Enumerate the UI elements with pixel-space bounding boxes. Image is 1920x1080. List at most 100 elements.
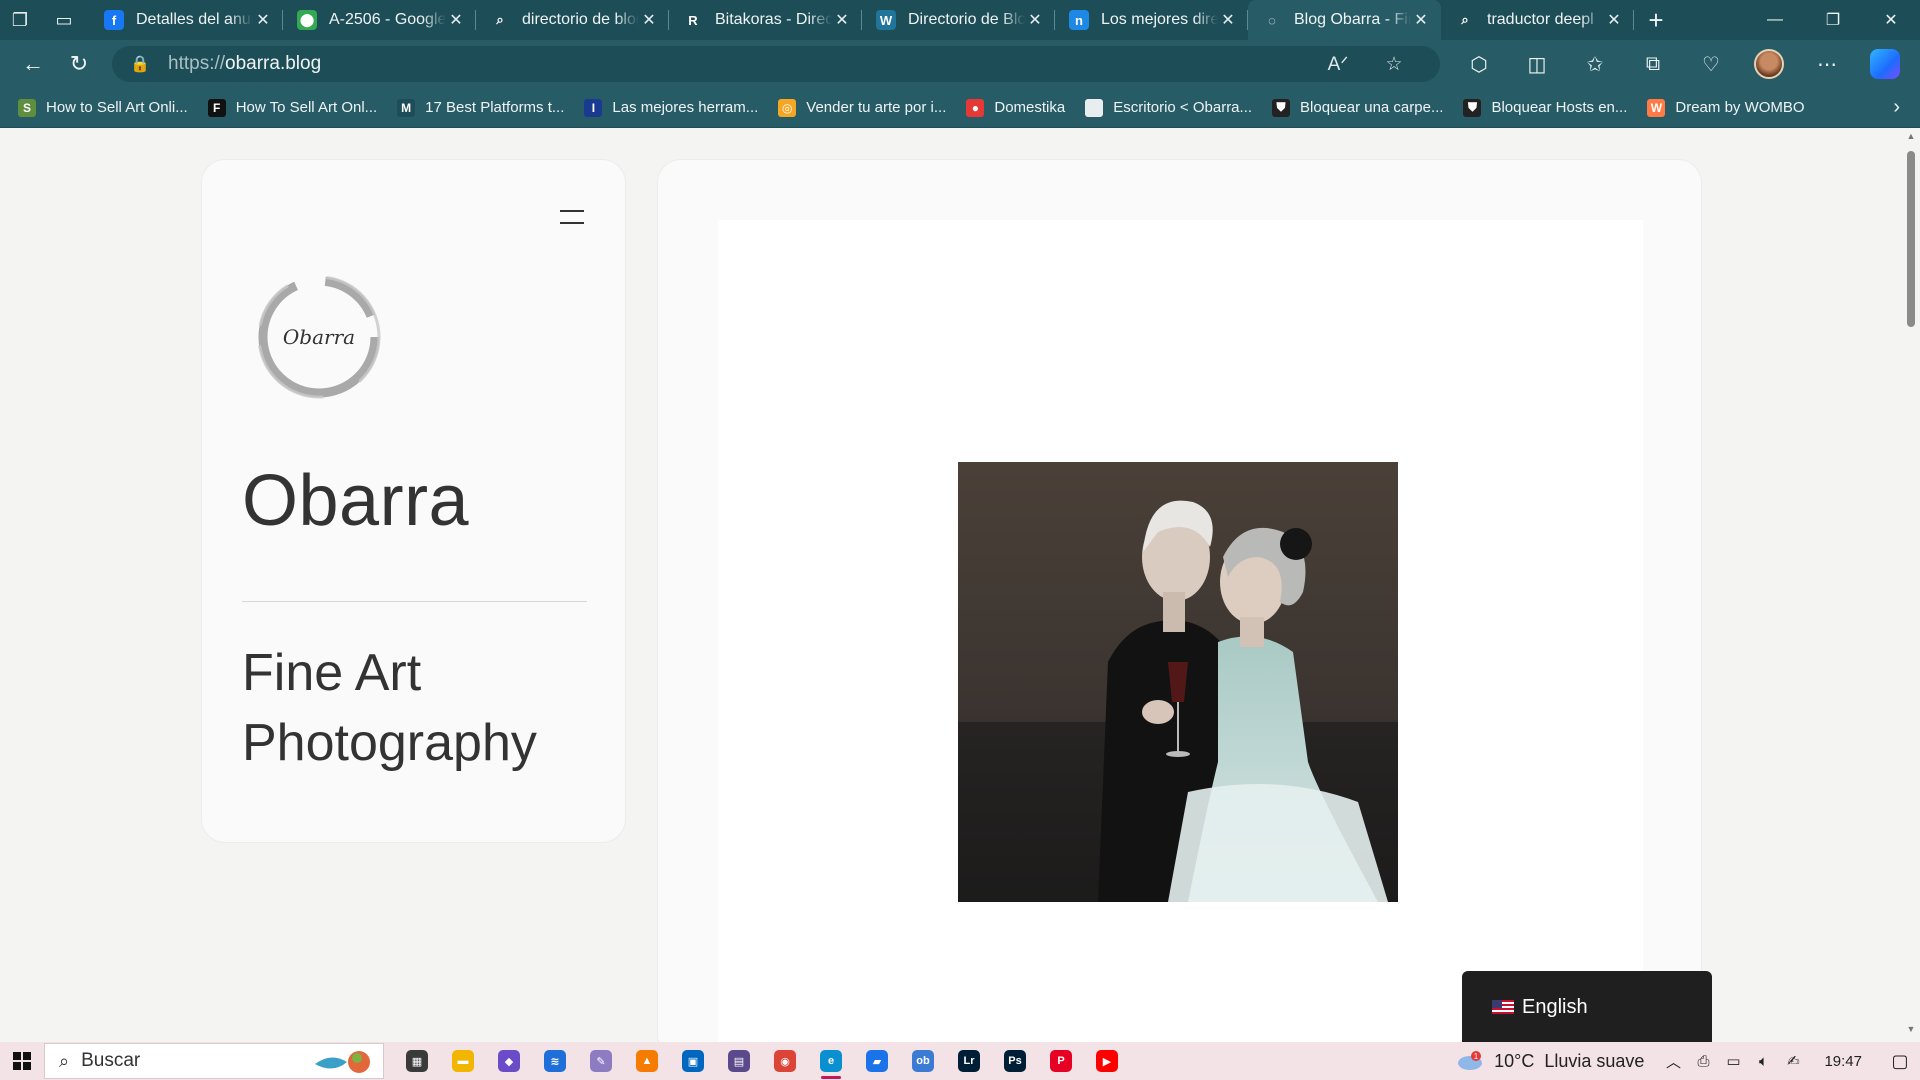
shield-icon: ⛊ xyxy=(1272,98,1291,117)
browser-tab[interactable]: f Detalles del anuncio✕ xyxy=(90,0,283,40)
network-icon[interactable]: ▭ xyxy=(1718,1052,1748,1070)
settings-more-icon[interactable]: ⋯ xyxy=(1798,44,1856,84)
close-icon[interactable]: ✕ xyxy=(832,10,852,30)
browser-tab[interactable]: W Directorio de Blogs✕ xyxy=(862,0,1055,40)
tab-actions-icon[interactable]: ▭ xyxy=(44,0,84,40)
app-purple-icon: ◆ xyxy=(498,1050,520,1072)
taskbar-app[interactable]: Lr xyxy=(946,1042,992,1080)
bookmark-item[interactable]: S How to Sell Art Onli... xyxy=(18,98,188,117)
weather-widget[interactable]: 1 10°C Lluvia suave xyxy=(1456,1051,1644,1072)
notification-icon[interactable]: ▢ xyxy=(1880,1051,1920,1072)
taskbar-app[interactable]: ▰ xyxy=(854,1042,900,1080)
us-flag-icon xyxy=(1492,1000,1514,1014)
taskbar-app[interactable]: ▬ xyxy=(440,1042,486,1080)
site-title[interactable]: Obarra xyxy=(242,460,469,542)
favorites-icon[interactable]: ✩ xyxy=(1566,44,1624,84)
taskbar-app[interactable]: ≋ xyxy=(532,1042,578,1080)
site-logo[interactable]: Obarra xyxy=(254,272,384,402)
workspaces-icon[interactable]: ❐ xyxy=(0,0,40,40)
address-bar[interactable]: 🔒 https://obarra.blog Aᐟ ☆ xyxy=(112,46,1440,82)
close-icon[interactable]: ✕ xyxy=(1218,10,1238,30)
taskbar-app[interactable]: Ps xyxy=(992,1042,1038,1080)
browser-tab[interactable]: ◌ Blog Obarra - Fine Art✕ xyxy=(1248,0,1441,40)
new-tab-button[interactable]: + xyxy=(1634,0,1678,40)
tab-title: directorio de blogs xyxy=(522,11,639,28)
close-icon[interactable]: ✕ xyxy=(446,10,466,30)
url-text[interactable]: https://obarra.blog xyxy=(168,53,1310,75)
search-icon: ⌕ xyxy=(59,1050,70,1071)
page-scrollbar[interactable]: ▲ ▼ xyxy=(1902,129,1920,1042)
taskbar-app[interactable]: ▤ xyxy=(716,1042,762,1080)
chevron-up-icon[interactable]: ︿ xyxy=(1658,1051,1688,1072)
back-button[interactable]: ← xyxy=(10,44,56,84)
language-switcher[interactable]: English xyxy=(1462,971,1712,1042)
meet-now-icon[interactable]: ⎙ xyxy=(1688,1053,1718,1070)
close-icon[interactable]: ✕ xyxy=(639,10,659,30)
close-window-button[interactable]: ✕ xyxy=(1862,0,1920,40)
taskbar-app[interactable]: ob xyxy=(900,1042,946,1080)
bookmark-item[interactable]: W Dream by WOMBO xyxy=(1647,98,1805,117)
close-icon[interactable]: ✕ xyxy=(1025,10,1045,30)
extensions-icon[interactable]: ⬡ xyxy=(1450,44,1508,84)
split-screen-icon[interactable]: ◫ xyxy=(1508,44,1566,84)
bookmark-item[interactable]: I Las mejores herram... xyxy=(584,98,758,117)
chevron-right-icon[interactable]: › xyxy=(1893,96,1900,119)
browser-tab[interactable]: ⬤ A-2506 - Google Maps✕ xyxy=(283,0,476,40)
close-icon[interactable]: ✕ xyxy=(253,10,273,30)
browser-tab[interactable]: ⌕ directorio de blogs✕ xyxy=(476,0,669,40)
close-icon[interactable]: ✕ xyxy=(1604,10,1624,30)
taskbar-search[interactable]: ⌕ Buscar xyxy=(44,1043,384,1079)
taskbar-app[interactable]: ▶ xyxy=(1084,1042,1130,1080)
clock[interactable]: 19:47 xyxy=(1824,1053,1862,1070)
bookmark-label: How To Sell Art Onl... xyxy=(235,99,378,116)
bookmark-label: Bloquear una carpe... xyxy=(1300,99,1444,116)
scroll-down-icon[interactable]: ▼ xyxy=(1902,1024,1920,1040)
restore-button[interactable]: ❐ xyxy=(1804,0,1862,40)
taskbar-app[interactable]: ▦ xyxy=(394,1042,440,1080)
taskbar-app[interactable]: P xyxy=(1038,1042,1084,1080)
bookmark-item[interactable]: ◎ Vender tu arte por i... xyxy=(778,98,947,117)
search-highlight-icon[interactable] xyxy=(313,1048,373,1076)
browser-tab[interactable]: R Bitakoras - Directorio✕ xyxy=(669,0,862,40)
pen-icon[interactable]: ✍︎ xyxy=(1778,1052,1808,1070)
scrollbar-thumb[interactable] xyxy=(1907,151,1915,327)
taskbar-app[interactable]: e xyxy=(808,1042,854,1080)
menu-toggle-icon[interactable] xyxy=(560,210,584,224)
taskbar-app[interactable]: ▲ xyxy=(624,1042,670,1080)
tab-title: Los mejores directorios xyxy=(1101,11,1218,28)
taskbar-app[interactable]: ▣ xyxy=(670,1042,716,1080)
lock-icon[interactable]: 🔒 xyxy=(130,54,156,74)
favorite-star-icon[interactable]: ☆ xyxy=(1366,53,1422,76)
start-button[interactable] xyxy=(0,1042,44,1080)
wordpress-icon: W xyxy=(876,10,896,30)
taskbar-app[interactable]: ◉ xyxy=(762,1042,808,1080)
bookmarks-bar: S How to Sell Art Onli... F How To Sell Art… xyxy=(0,88,1920,128)
bookmark-item[interactable]: Escritorio < Obarra... xyxy=(1085,98,1252,117)
close-icon[interactable]: ✕ xyxy=(1411,10,1431,30)
volume-icon[interactable]: 🔈︎ xyxy=(1748,1053,1778,1070)
collections-icon[interactable]: ⧉ xyxy=(1624,44,1682,84)
profile-avatar[interactable] xyxy=(1740,44,1798,84)
featured-photo[interactable] xyxy=(958,462,1398,902)
browser-essentials-icon[interactable]: ♡ xyxy=(1682,44,1740,84)
refresh-button[interactable]: ↻ xyxy=(56,44,102,84)
taskbar-app[interactable]: ✎ xyxy=(578,1042,624,1080)
windows-logo-icon xyxy=(13,1052,31,1070)
read-aloud-icon[interactable]: Aᐟ xyxy=(1310,53,1366,76)
bookmark-item[interactable]: ⛊ Bloquear una carpe... xyxy=(1272,98,1444,117)
wombo-icon: W xyxy=(1647,98,1666,117)
tab-title: Detalles del anuncio xyxy=(136,11,253,28)
copilot-icon[interactable] xyxy=(1856,44,1914,84)
browser-tab[interactable]: ⌕ traductor deepl ✕ xyxy=(1441,0,1634,40)
bookmark-item[interactable]: M 17 Best Platforms t... xyxy=(397,98,564,117)
minimize-button[interactable]: — xyxy=(1746,0,1804,40)
scroll-up-icon[interactable]: ▲ xyxy=(1902,131,1920,147)
bookmark-label: Vender tu arte por i... xyxy=(806,99,947,116)
bookmark-item[interactable]: ⛊ Bloquear Hosts en... xyxy=(1463,98,1627,117)
app-ob-icon: ob xyxy=(912,1050,934,1072)
bookmark-item[interactable]: F How To Sell Art Onl... xyxy=(207,98,378,117)
app-brush-icon: ✎ xyxy=(590,1050,612,1072)
taskbar-app[interactable]: ◆ xyxy=(486,1042,532,1080)
browser-tab[interactable]: n Los mejores directorios✕ xyxy=(1055,0,1248,40)
bookmark-item[interactable]: ● Domestika xyxy=(966,98,1065,117)
